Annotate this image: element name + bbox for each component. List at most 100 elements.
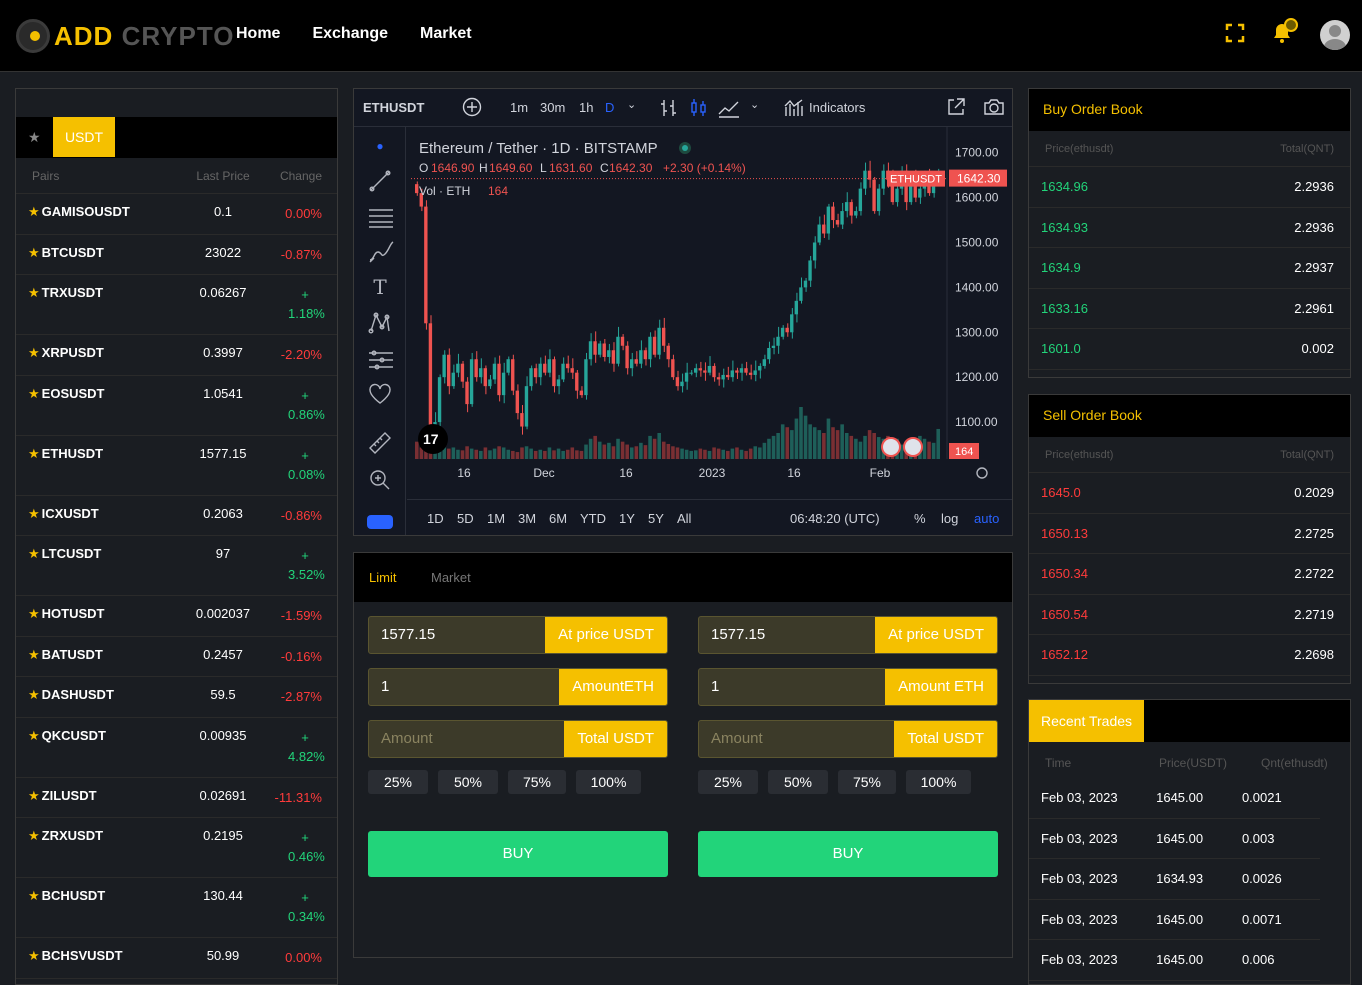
left-percent-50[interactable]: 50% [438, 770, 498, 794]
table-row[interactable]: TRXUSDT 0.06267 + 1.18% [16, 275, 337, 335]
right-percent-50[interactable]: 50% [768, 770, 828, 794]
table-row[interactable]: GAMISOUSDT 0.1 0.00% [16, 194, 337, 235]
left-total-field[interactable]: Amount Total USDT [368, 720, 668, 758]
range-5d[interactable]: 5D [457, 511, 474, 526]
logo[interactable]: ADD CRYPTO [16, 18, 235, 54]
tab-market[interactable]: Market [431, 570, 471, 585]
order-row[interactable]: 1634.96 2.2936 [1029, 167, 1350, 208]
candlestick-chart[interactable]: 1700.00 1600.00 1500.00 1400.00 1300.00 1200.… [407, 127, 1013, 499]
table-row[interactable]: LTCUSDT 97 + 3.52% [16, 536, 337, 596]
order-row[interactable]: 1650.34 2.2722 [1029, 554, 1350, 595]
order-row[interactable]: 1645.0 0.2029 [1029, 473, 1350, 514]
brush-icon[interactable] [368, 240, 394, 264]
left-percent-100[interactable]: 100% [576, 770, 641, 794]
right-price-field[interactable]: 1577.15 At price USDT [698, 616, 998, 654]
crosshair-dot-icon[interactable]: ● [368, 139, 392, 163]
range-1y[interactable]: 1Y [619, 511, 635, 526]
log-scale-toggle[interactable]: log [941, 511, 958, 526]
table-row[interactable]: ICXUSDT 0.2063 -0.86% [16, 496, 337, 536]
right-percent-25[interactable]: 25% [698, 770, 758, 794]
order-row[interactable]: 1601.0 0.002 [1029, 329, 1350, 370]
tab-limit[interactable]: Limit [369, 570, 396, 585]
table-row[interactable]: QKCUSDT 0.00935 + 4.82% [16, 718, 337, 778]
text-tool-icon[interactable]: T [368, 275, 392, 299]
indicators-icon[interactable] [784, 98, 804, 121]
volume-bar [543, 450, 547, 459]
area-style-icon[interactable] [718, 98, 740, 121]
right-total-field[interactable]: Amount Total USDT [698, 720, 998, 758]
volume-bar [927, 441, 931, 459]
fib-lines-icon[interactable] [368, 205, 393, 229]
nav-exchange[interactable]: Exchange [312, 25, 388, 43]
table-row[interactable]: ETHUSDT 1577.15 + 0.08% [16, 436, 337, 496]
zoom-icon[interactable] [368, 468, 392, 492]
order-row[interactable]: 1634.93 2.2936 [1029, 208, 1350, 248]
order-row[interactable]: 1633.16 2.2961 [1029, 289, 1350, 329]
range-1d[interactable]: 1D [427, 511, 444, 526]
table-row[interactable]: HOTUSDT 0.002037 -1.59% [16, 596, 337, 637]
left-amount-field[interactable]: 1 AmountETH [368, 668, 668, 706]
right-buy-button[interactable]: BUY [698, 831, 998, 877]
nav-home[interactable]: Home [236, 25, 280, 43]
nav-market[interactable]: Market [420, 25, 472, 43]
range-ytd[interactable]: YTD [580, 511, 606, 526]
range-all[interactable]: All [677, 511, 691, 526]
table-row[interactable]: BTCUSDT 23022 -0.87% [16, 235, 337, 275]
interval-1h[interactable]: 1h [579, 100, 593, 115]
chart-symbol[interactable]: ETHUSDT [363, 100, 424, 115]
tab-usdt[interactable]: USDT [53, 117, 115, 157]
popout-icon[interactable] [946, 97, 966, 120]
pair-symbol: BCHSVUSDT [16, 948, 176, 978]
range-3m[interactable]: 3M [518, 511, 536, 526]
interval-30m[interactable]: 30m [540, 100, 565, 115]
right-percent-75[interactable]: 75% [838, 770, 896, 794]
x-tick-label: 16 [457, 466, 471, 480]
table-row[interactable]: DASHUSDT 59.5 -2.87% [16, 677, 337, 718]
order-row[interactable]: 1652.12 2.2698 [1029, 635, 1350, 676]
volume-bar [593, 435, 597, 459]
add-symbol-icon[interactable] [462, 97, 482, 120]
table-row[interactable]: BCHSVUSDT 50.99 0.00% [16, 938, 337, 979]
interval-dropdown-icon[interactable]: ⌄ [627, 98, 636, 111]
avatar[interactable] [1320, 20, 1350, 50]
camera-icon[interactable] [983, 98, 1005, 119]
fullscreen-icon[interactable] [1223, 23, 1247, 47]
ruler-icon[interactable] [368, 431, 392, 455]
tab-recent-trades[interactable]: Recent Trades [1029, 700, 1144, 742]
table-row[interactable]: ZRXUSDT 0.2195 + 0.46% [16, 818, 337, 878]
style-dropdown-icon[interactable]: ⌄ [750, 98, 759, 111]
left-percent-25[interactable]: 25% [368, 770, 428, 794]
trend-line-icon[interactable] [368, 169, 392, 193]
bar-style-icon[interactable] [660, 98, 678, 121]
order-row[interactable]: 1650.13 2.2725 [1029, 514, 1350, 554]
table-row[interactable]: ZILUSDT 0.02691 -11.31% [16, 778, 337, 818]
right-amount-field[interactable]: 1 Amount ETH [698, 668, 998, 706]
right-percent-100[interactable]: 100% [906, 770, 971, 794]
left-price-field[interactable]: 1577.15 At price USDT [368, 616, 668, 654]
table-row[interactable]: BATUSDT 0.2457 -0.16% [16, 637, 337, 677]
left-buy-button[interactable]: BUY [368, 831, 668, 877]
forecast-icon[interactable] [368, 347, 393, 371]
volume-bar [666, 443, 671, 459]
auto-scale-toggle[interactable]: auto [974, 511, 999, 526]
magnet-icon[interactable] [367, 515, 393, 529]
range-5y[interactable]: 5Y [648, 511, 664, 526]
range-6m[interactable]: 6M [549, 511, 567, 526]
heart-icon[interactable] [368, 383, 392, 407]
range-1m[interactable]: 1M [487, 511, 505, 526]
percent-scale-toggle[interactable]: % [914, 511, 926, 526]
indicators-button[interactable]: Indicators [809, 100, 865, 115]
pair-last-price: 0.2063 [203, 505, 243, 521]
table-row[interactable]: BCHUSDT 130.44 + 0.34% [16, 878, 337, 938]
table-row[interactable]: EOSUSDT 1.0541 + 0.86% [16, 376, 337, 436]
trade-time: Feb 03, 2023 [1041, 911, 1118, 927]
left-percent-75[interactable]: 75% [508, 770, 566, 794]
pattern-icon[interactable] [368, 311, 392, 335]
candle-style-icon[interactable] [690, 98, 708, 121]
order-row[interactable]: 1650.54 2.2719 [1029, 595, 1350, 635]
interval-d[interactable]: D [605, 100, 614, 115]
favorites-star-icon[interactable]: ★ [28, 129, 41, 146]
interval-1m[interactable]: 1m [510, 100, 528, 115]
table-row[interactable]: XRPUSDT 0.3997 -2.20% [16, 335, 337, 376]
order-row[interactable]: 1634.9 2.2937 [1029, 248, 1350, 289]
